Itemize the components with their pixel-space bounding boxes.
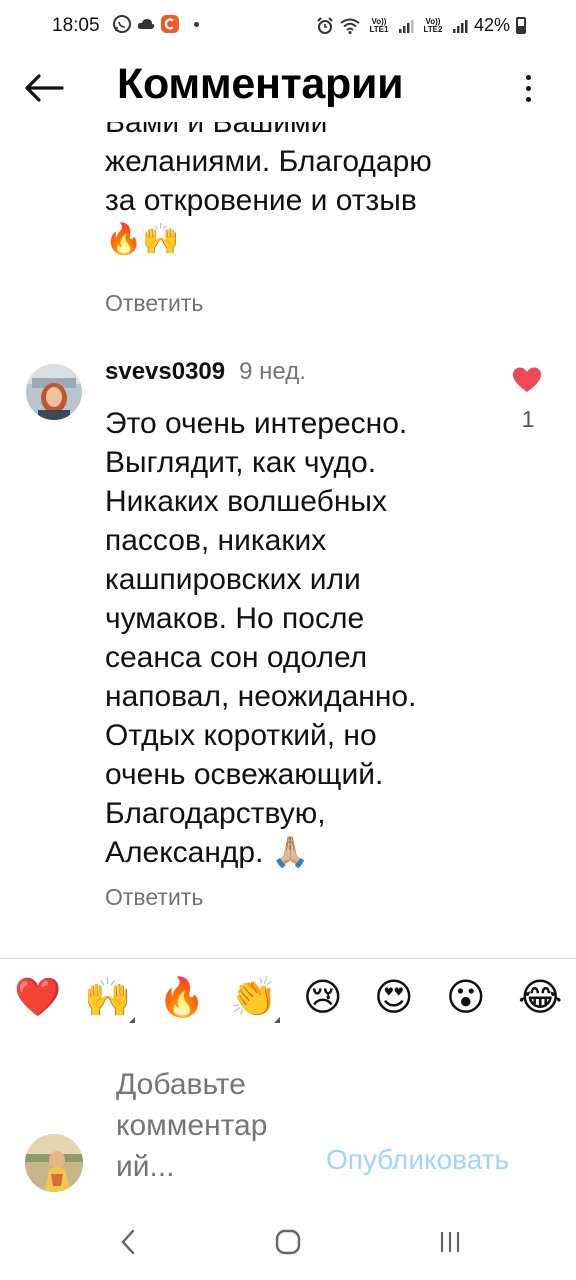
comment-emoji: 🔥🙌 (105, 223, 180, 256)
more-dot-icon (525, 96, 531, 102)
heart-filled-icon (513, 367, 541, 392)
comment-line: за откровение и отзыв (105, 184, 417, 217)
comment-text: Это очень интересно. Выглядит, как чудо.… (105, 404, 505, 872)
comment-line: сеанса сон одолел (105, 641, 368, 674)
more-options-button[interactable] (516, 68, 540, 108)
status-time: 18:05 (52, 15, 100, 36)
heart-emoji[interactable]: ❤️ (14, 977, 61, 1019)
publish-button[interactable]: Опубликовать (326, 1144, 509, 1176)
comment-input[interactable] (116, 1064, 301, 1187)
app-c-icon (161, 15, 179, 33)
comment-line: чумаков. Но после (105, 602, 365, 635)
recents-icon (440, 1232, 460, 1252)
comment-line: Выглядит, как чудо. (105, 446, 377, 479)
previous-comment-text: Вами и Вашими желаниями. Благодарю за от… (105, 122, 525, 259)
whatsapp-icon (113, 15, 131, 33)
more-dot-icon (525, 85, 531, 91)
alarm-icon (317, 16, 333, 34)
cloud-icon (137, 19, 155, 29)
comment-line: Никаких волшебных (105, 485, 387, 518)
reply-button[interactable]: Ответить (105, 884, 203, 911)
my-avatar (25, 1134, 83, 1192)
comment-line: очень освежающий. (105, 758, 384, 791)
comment-username[interactable]: svevs0309 (105, 358, 225, 386)
laughing-emoji[interactable]: 😂 (518, 977, 562, 1019)
sim1-label: Vo)) LTE1 (369, 16, 389, 34)
comment-line: пассов, никаких (105, 524, 327, 557)
wifi-icon (340, 18, 360, 34)
page-title: Комментарии (117, 60, 404, 108)
comment-meta: svevs0309 9 нед. (105, 358, 306, 386)
more-notifications-dot (194, 21, 199, 27)
comment-line: Отдых короткий, но (105, 719, 377, 752)
nav-recents-button[interactable] (430, 1222, 470, 1262)
heart-eyes-emoji[interactable]: 😍 (374, 977, 414, 1019)
add-comment-bar: Опубликовать (0, 1060, 576, 1200)
comment-line: Вами и Вашими (105, 122, 328, 139)
sim2-label: Vo)) LTE2 (423, 16, 443, 34)
comment-line: наповал, неожиданно. (105, 680, 417, 713)
comment-line: Александр. 🙏🏼 (105, 836, 310, 869)
signal-icon (398, 19, 414, 33)
battery-icon (516, 17, 526, 34)
system-nav-bar (0, 1200, 576, 1280)
avatar-photo (26, 364, 82, 420)
skin-tone-indicator (129, 1017, 135, 1023)
like-button[interactable] (512, 366, 544, 396)
system-status: Vo)) LTE1 Vo)) LTE2 42% (316, 15, 526, 36)
reply-button[interactable]: Ответить (105, 290, 203, 317)
back-button[interactable] (22, 66, 66, 110)
home-icon (275, 1229, 301, 1255)
comment-line: Благодарствую, (105, 797, 326, 830)
fire-emoji[interactable]: 🔥 (158, 977, 205, 1019)
my-avatar-photo (25, 1134, 83, 1192)
notification-icons (112, 14, 199, 34)
nav-back-button[interactable] (108, 1222, 148, 1262)
crying-emoji[interactable]: 😢 (303, 977, 343, 1019)
signal-icon-2 (452, 19, 468, 33)
surprised-emoji[interactable]: 😮 (446, 977, 486, 1019)
raising-hands-emoji[interactable]: 🙌 (84, 977, 131, 1019)
battery-percent: 42% (473, 15, 510, 35)
more-dot-icon (525, 74, 531, 80)
comments-list[interactable]: Вами и Вашими желаниями. Благодарю за от… (0, 122, 576, 958)
user-avatar[interactable] (26, 364, 82, 420)
nav-home-button[interactable] (268, 1222, 308, 1262)
app-header: Комментарии (0, 52, 576, 122)
comment-line: кашпировских или (105, 563, 361, 596)
status-bar: 18:05 Vo)) LTE1 Vo)) LTE2 42% (0, 0, 576, 52)
clapping-emoji[interactable]: 👏 (230, 977, 277, 1019)
comment-timestamp: 9 нед. (239, 358, 306, 385)
comment-line: Это очень интересно. (105, 407, 408, 440)
like-count: 1 (521, 406, 535, 432)
comment-line: желаниями. Благодарю (105, 145, 432, 178)
arrow-left-icon (25, 74, 64, 102)
emoji-reaction-bar: ❤️ 🙌 🔥 👏 😢 😍 😮 😂 (0, 958, 576, 1034)
skin-tone-indicator (274, 1017, 280, 1023)
chevron-left-icon (121, 1229, 135, 1255)
